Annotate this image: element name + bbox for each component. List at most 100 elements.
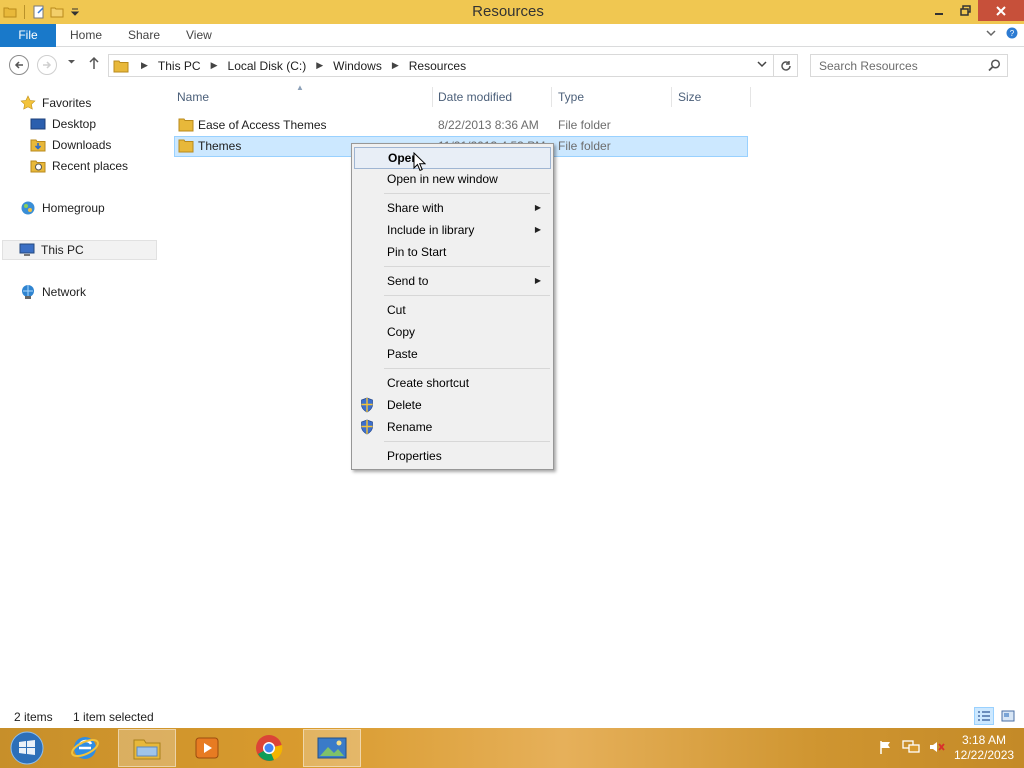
nav-recent-places-label: Recent places <box>52 159 129 173</box>
expand-ribbon-icon[interactable] <box>986 27 996 42</box>
menu-item-cut[interactable]: Cut <box>354 299 551 321</box>
taskbar-media-player[interactable] <box>178 729 236 767</box>
menu-item-open-new-window[interactable]: Open in new window <box>354 168 551 190</box>
column-header-size[interactable]: Size <box>678 85 701 109</box>
menu-item-create-shortcut[interactable]: Create shortcut <box>354 372 551 394</box>
restore-button[interactable] <box>952 0 978 21</box>
nav-this-pc-label: This PC <box>41 243 84 257</box>
search-input[interactable] <box>811 55 981 76</box>
ribbon-right-controls: ? <box>986 27 1018 42</box>
file-name: Themes <box>198 139 242 153</box>
up-button[interactable] <box>88 56 100 73</box>
nav-desktop[interactable]: Desktop <box>30 114 96 134</box>
taskbar-file-explorer[interactable] <box>118 729 176 767</box>
tab-share[interactable]: Share <box>128 24 160 47</box>
menu-separator <box>384 295 550 296</box>
network-tray-icon[interactable] <box>902 739 920 758</box>
file-type: File folder <box>558 118 611 132</box>
tab-home[interactable]: Home <box>70 24 102 47</box>
back-button[interactable] <box>9 55 29 75</box>
minimize-button[interactable] <box>926 0 952 21</box>
start-button[interactable] <box>0 729 54 767</box>
media-player-icon <box>195 737 219 759</box>
breadcrumb-arrow-icon[interactable]: ▶ <box>392 60 399 71</box>
menu-separator <box>384 441 550 442</box>
column-header-name[interactable]: Name <box>177 85 209 109</box>
file-explorer-icon <box>133 739 161 760</box>
nav-this-pc[interactable]: This PC <box>2 240 157 260</box>
internet-explorer-icon <box>71 737 99 759</box>
menu-item-include-in-library[interactable]: Include in library ▶ <box>354 219 551 241</box>
details-view-button[interactable] <box>974 707 994 725</box>
svg-text:?: ? <box>1010 29 1015 38</box>
nav-favorites[interactable]: Favorites <box>20 93 91 113</box>
navigation-bar: ▶ This PC ▶ Local Disk (C:) ▶ Windows ▶ … <box>0 47 1024 83</box>
taskbar: 3:18 AM 12/22/2023 <box>0 728 1024 768</box>
address-bar[interactable]: ▶ This PC ▶ Local Disk (C:) ▶ Windows ▶ … <box>108 54 774 77</box>
menu-item-pin-to-start[interactable]: Pin to Start <box>354 241 551 263</box>
refresh-button[interactable] <box>774 54 798 77</box>
submenu-arrow-icon: ▶ <box>534 276 541 285</box>
volume-muted-icon[interactable] <box>928 739 946 758</box>
menu-item-paste[interactable]: Paste <box>354 343 551 365</box>
menu-item-properties[interactable]: Properties <box>354 445 551 467</box>
nav-downloads-label: Downloads <box>52 138 112 152</box>
menu-item-copy[interactable]: Copy <box>354 321 551 343</box>
nav-recent-places[interactable]: Recent places <box>30 156 128 176</box>
chrome-icon <box>256 735 283 761</box>
column-header-date-modified[interactable]: Date modified <box>438 85 512 109</box>
close-icon <box>996 5 1006 16</box>
address-dropdown-icon[interactable] <box>757 59 767 72</box>
recent-places-icon <box>30 158 46 174</box>
table-row[interactable]: Ease of Access Themes 8/22/2013 8:36 AM … <box>174 115 748 136</box>
menu-item-send-to[interactable]: Send to ▶ <box>354 270 551 292</box>
menu-item-open[interactable]: Open <box>354 147 551 169</box>
taskbar-chrome[interactable] <box>240 729 298 767</box>
forward-button[interactable] <box>37 55 57 75</box>
column-divider[interactable] <box>551 87 552 107</box>
breadcrumb-arrow-icon[interactable]: ▶ <box>141 60 148 71</box>
menu-item-rename[interactable]: Rename <box>354 416 551 438</box>
column-divider[interactable] <box>671 87 672 107</box>
taskbar-internet-explorer[interactable] <box>56 729 114 767</box>
menu-item-share-with[interactable]: Share with ▶ <box>354 197 551 219</box>
recent-locations-dropdown[interactable] <box>67 57 76 69</box>
nav-downloads[interactable]: Downloads <box>30 135 111 155</box>
close-button[interactable] <box>978 0 1024 21</box>
column-divider[interactable] <box>432 87 433 107</box>
system-tray: 3:18 AM 12/22/2023 <box>878 728 1014 768</box>
taskbar-photo-viewer[interactable] <box>303 729 361 767</box>
breadcrumb-arrow-icon[interactable]: ▶ <box>211 60 218 71</box>
refresh-icon <box>780 60 791 71</box>
breadcrumb-resources[interactable]: Resources <box>409 59 466 73</box>
search-icon[interactable] <box>988 59 1001 75</box>
tab-view[interactable]: View <box>186 24 212 47</box>
menu-item-delete-label: Delete <box>387 398 422 412</box>
status-item-count: 2 items <box>14 710 53 724</box>
search-box[interactable] <box>810 54 1008 77</box>
mouse-cursor-icon <box>413 151 427 175</box>
action-center-flag-icon[interactable] <box>878 739 894 758</box>
breadcrumb-local-disk[interactable]: Local Disk (C:) <box>228 59 307 73</box>
menu-item-include-in-library-label: Include in library <box>387 223 475 237</box>
minimize-icon <box>935 12 943 15</box>
breadcrumb-windows[interactable]: Windows <box>333 59 382 73</box>
sort-ascending-icon: ▲ <box>296 83 304 92</box>
computer-icon <box>19 242 35 258</box>
breadcrumb-this-pc[interactable]: This PC <box>158 59 201 73</box>
submenu-arrow-icon: ▶ <box>534 225 541 234</box>
breadcrumb-arrow-icon[interactable]: ▶ <box>316 60 323 71</box>
file-name: Ease of Access Themes <box>198 118 327 132</box>
tab-file[interactable]: File <box>0 24 56 47</box>
status-selection: 1 item selected <box>73 710 154 724</box>
system-clock[interactable]: 3:18 AM 12/22/2023 <box>954 733 1014 763</box>
column-header-type[interactable]: Type <box>558 85 584 109</box>
nav-homegroup[interactable]: Homegroup <box>20 198 105 218</box>
view-switcher <box>974 707 1018 725</box>
nav-network[interactable]: Network <box>20 282 86 302</box>
column-divider[interactable] <box>750 87 751 107</box>
large-icons-view-button[interactable] <box>998 707 1018 725</box>
menu-item-delete[interactable]: Delete <box>354 394 551 416</box>
network-icon <box>20 284 36 300</box>
help-icon[interactable]: ? <box>1006 27 1018 42</box>
